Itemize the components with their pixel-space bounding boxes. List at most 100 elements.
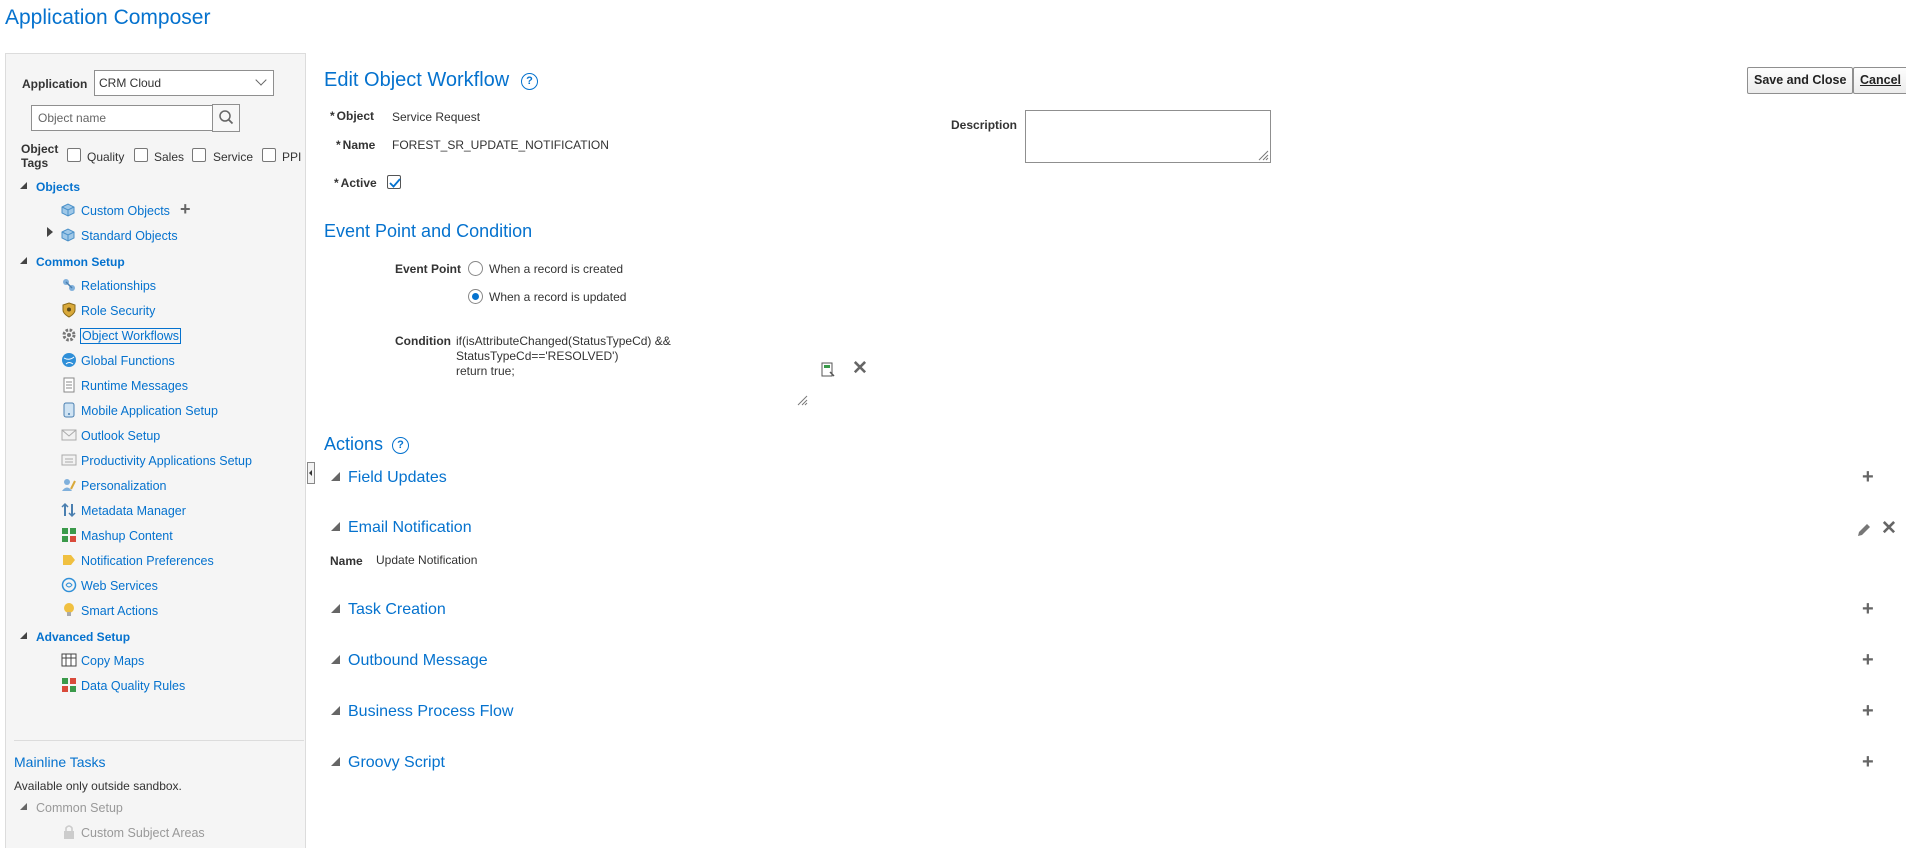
- field-updates-header[interactable]: Field Updates: [348, 469, 447, 487]
- sidebar-item-runtime-messages[interactable]: Runtime Messages: [81, 379, 188, 393]
- event-created-radio[interactable]: [468, 261, 483, 276]
- event-section-title: Event Point and Condition: [324, 221, 533, 241]
- mainline-expand-icon: [20, 803, 27, 810]
- help-icon[interactable]: ?: [521, 73, 538, 90]
- add-business-process-flow-icon[interactable]: +: [1862, 700, 1874, 723]
- sidebar-collapse-handle[interactable]: [307, 462, 315, 484]
- outbound-message-expand-icon[interactable]: [331, 655, 340, 664]
- delete-email-notification-icon[interactable]: ✕: [1881, 517, 1897, 540]
- sidebar-item-custom-objects[interactable]: Custom Objects: [81, 204, 170, 218]
- outbound-message-header[interactable]: Outbound Message: [348, 652, 488, 670]
- sidebar-item-copy-maps[interactable]: Copy Maps: [81, 654, 144, 668]
- mainline-tasks-title: Mainline Tasks: [14, 754, 106, 770]
- data-quality-icon: [62, 678, 76, 692]
- tag-service-checkbox[interactable]: [192, 148, 206, 162]
- search-icon: [219, 110, 234, 125]
- objects-header[interactable]: Objects: [36, 180, 80, 194]
- lightbulb-icon: [64, 603, 74, 616]
- task-creation-header[interactable]: Task Creation: [348, 601, 446, 619]
- web-services-icon: [61, 577, 77, 593]
- object-label: * Object: [330, 109, 375, 123]
- document-icon: [63, 377, 75, 393]
- sidebar-item-data-quality-rules[interactable]: Data Quality Rules: [81, 679, 185, 693]
- clear-condition-icon[interactable]: ✕: [852, 357, 868, 380]
- app-title: Application Composer: [5, 6, 211, 29]
- add-field-update-icon[interactable]: +: [1862, 466, 1874, 489]
- business-process-flow-expand-icon[interactable]: [331, 706, 340, 715]
- metadata-icon: [61, 502, 76, 518]
- sidebar-item-role-security[interactable]: Role Security: [81, 304, 155, 318]
- sidebar-item-smart-actions[interactable]: Smart Actions: [81, 604, 158, 618]
- objects-expand-icon[interactable]: [20, 182, 27, 189]
- mainline-item-custom-subject-areas: Custom Subject Areas: [81, 826, 205, 840]
- relationships-icon: [63, 279, 75, 291]
- notification-icon: [63, 555, 75, 565]
- event-updated-radio[interactable]: [468, 289, 483, 304]
- actions-help-icon[interactable]: ?: [392, 437, 409, 454]
- email-notification-header[interactable]: Email Notification: [348, 519, 472, 537]
- checkmark-icon: [389, 178, 401, 188]
- object-search-input[interactable]: Object name: [31, 105, 218, 131]
- mainline-note: Available only outside sandbox.: [14, 779, 182, 793]
- sidebar-item-metadata-manager[interactable]: Metadata Manager: [81, 504, 186, 518]
- sidebar-divider: [14, 740, 304, 741]
- sidebar-item-notification-preferences[interactable]: Notification Preferences: [81, 554, 214, 568]
- sidebar: Application CRM Cloud Object name Object…: [5, 53, 306, 848]
- sidebar-item-standard-objects[interactable]: Standard Objects: [81, 229, 178, 243]
- condition-textarea[interactable]: if(isAttributeChanged(StatusTypeCd) && S…: [456, 334, 806, 379]
- email-name-label: Name: [330, 554, 363, 568]
- email-name-value: Update Notification: [376, 553, 478, 567]
- standard-objects-icon: [61, 228, 75, 242]
- actions-title: Actions: [324, 434, 384, 454]
- tag-ppi-checkbox[interactable]: [262, 148, 276, 162]
- globe-icon: [62, 353, 76, 367]
- edit-pencil-icon[interactable]: [1856, 522, 1872, 538]
- sidebar-item-object-workflows[interactable]: Object Workflows: [79, 328, 182, 344]
- field-updates-expand-icon[interactable]: [331, 472, 340, 481]
- tag-quality-checkbox[interactable]: [67, 148, 81, 162]
- sidebar-item-mobile-application-setup[interactable]: Mobile Application Setup: [81, 404, 218, 418]
- sidebar-item-web-services[interactable]: Web Services: [81, 579, 158, 593]
- active-checkbox[interactable]: [387, 175, 401, 189]
- common-setup-expand-icon[interactable]: [20, 257, 27, 264]
- sidebar-item-personalization[interactable]: Personalization: [81, 479, 166, 493]
- advanced-setup-expand-icon[interactable]: [20, 632, 27, 639]
- task-creation-expand-icon[interactable]: [331, 604, 340, 613]
- description-label: Description: [951, 118, 1018, 132]
- common-setup-header[interactable]: Common Setup: [36, 255, 125, 269]
- email-notification-expand-icon[interactable]: [331, 522, 340, 531]
- standard-objects-expand-icon[interactable]: [47, 227, 53, 237]
- application-select[interactable]: CRM Cloud: [94, 70, 274, 96]
- groovy-script-header[interactable]: Groovy Script: [348, 754, 445, 772]
- condition-label: Condition: [395, 334, 451, 348]
- resize-grip-icon[interactable]: [796, 394, 808, 406]
- cancel-button[interactable]: Cancel: [1853, 67, 1906, 94]
- add-custom-object-icon[interactable]: +: [180, 199, 191, 220]
- sidebar-item-mashup-content[interactable]: Mashup Content: [81, 529, 173, 543]
- add-outbound-message-icon[interactable]: +: [1862, 649, 1874, 672]
- sidebar-item-outlook-setup[interactable]: Outlook Setup: [81, 429, 160, 443]
- add-task-creation-icon[interactable]: +: [1862, 598, 1874, 621]
- condition-line: if(isAttributeChanged(StatusTypeCd) &&: [456, 334, 671, 348]
- application-value: CRM Cloud: [99, 76, 162, 90]
- expression-builder-icon[interactable]: [820, 362, 836, 378]
- save-and-close-button[interactable]: Save and Close: [1747, 67, 1854, 94]
- sidebar-item-productivity-applications-setup[interactable]: Productivity Applications Setup: [81, 454, 252, 468]
- tag-sales-checkbox[interactable]: [134, 148, 148, 162]
- search-button[interactable]: [212, 104, 240, 132]
- description-textarea[interactable]: [1025, 110, 1271, 163]
- shield-icon: [62, 302, 76, 318]
- resize-grip-icon[interactable]: [1257, 149, 1269, 161]
- mainline-common-setup: Common Setup: [36, 801, 123, 815]
- tag-service-label: Service: [213, 150, 254, 164]
- chevron-left-icon: [309, 470, 312, 476]
- sidebar-item-global-functions[interactable]: Global Functions: [81, 354, 175, 368]
- gear-icon: [62, 328, 76, 342]
- sidebar-item-relationships[interactable]: Relationships: [81, 279, 156, 293]
- advanced-setup-header[interactable]: Advanced Setup: [36, 630, 130, 644]
- application-label: Application: [22, 77, 88, 91]
- groovy-script-expand-icon[interactable]: [331, 757, 340, 766]
- business-process-flow-header[interactable]: Business Process Flow: [348, 703, 513, 721]
- page-title: Edit Object Workflow: [324, 69, 510, 91]
- add-groovy-script-icon[interactable]: +: [1862, 751, 1874, 774]
